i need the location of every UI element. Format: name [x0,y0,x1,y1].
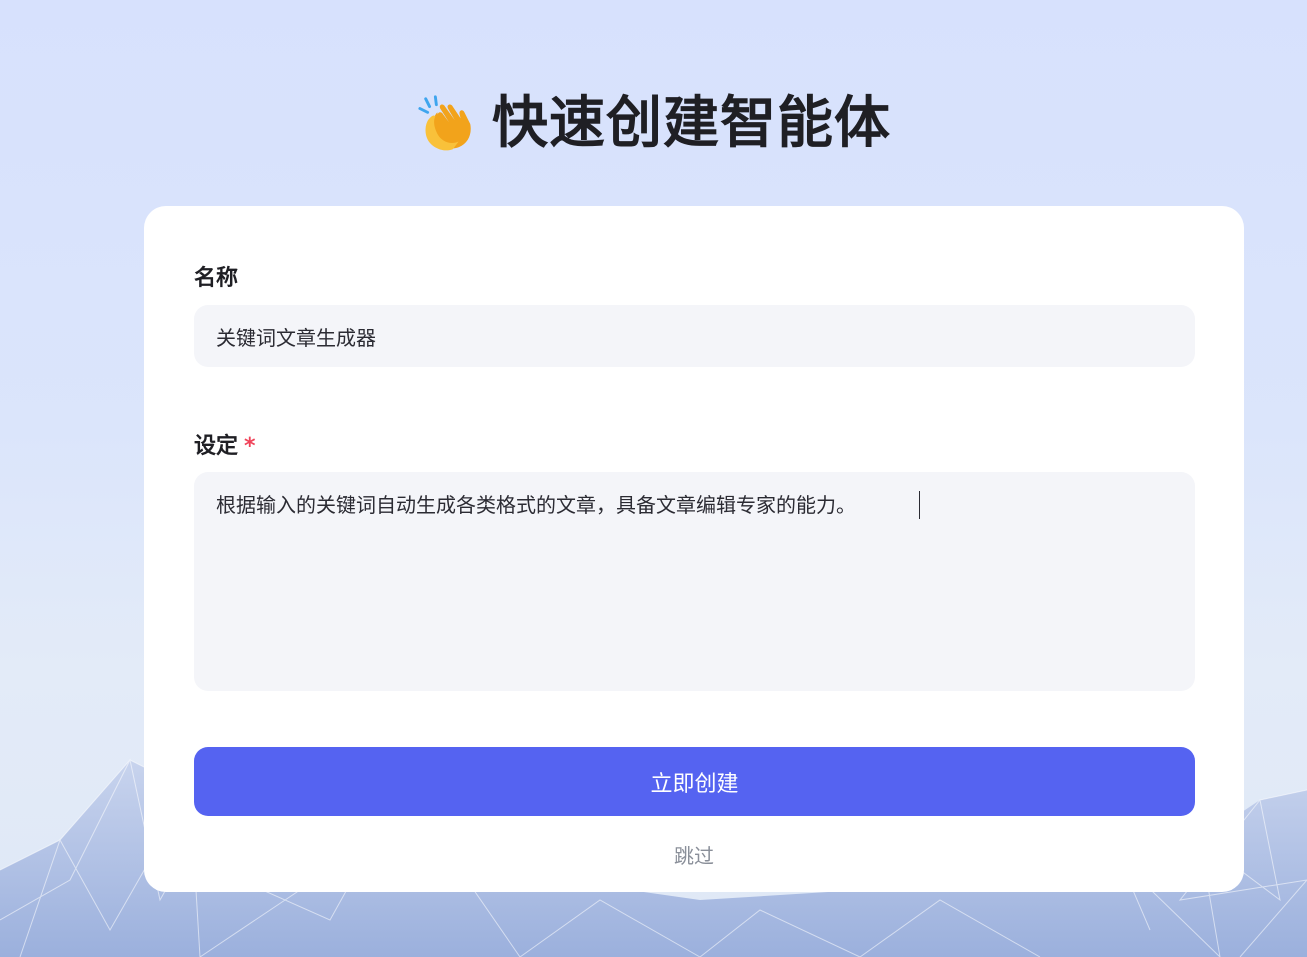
page: 快速创建智能体 名称 设定* 根据输入的关键词自动生成各类格式的文章，具备文章编… [0,0,1307,957]
name-input[interactable] [194,305,1195,367]
setting-textarea[interactable]: 根据输入的关键词自动生成各类格式的文章，具备文章编辑专家的能力。 [194,472,1195,691]
setting-label-text: 设定 [194,434,239,459]
clapping-hands-icon [418,95,471,151]
name-label: 名称 [194,260,238,292]
text-cursor [919,491,920,519]
create-agent-card: 名称 设定* 根据输入的关键词自动生成各类格式的文章，具备文章编辑专家的能力。 … [144,206,1244,892]
setting-label: 设定 * [194,428,256,460]
create-now-button[interactable]: 立即创建 [194,747,1195,816]
skip-link[interactable]: 跳过 [144,840,1244,869]
required-mark: * [244,434,256,459]
page-title: 快速创建智能体 [492,91,891,156]
name-label-text: 名称 [194,266,239,291]
heading: 快速创建智能体 [0,88,1307,160]
skip-link-text[interactable]: 跳过 [674,844,714,868]
